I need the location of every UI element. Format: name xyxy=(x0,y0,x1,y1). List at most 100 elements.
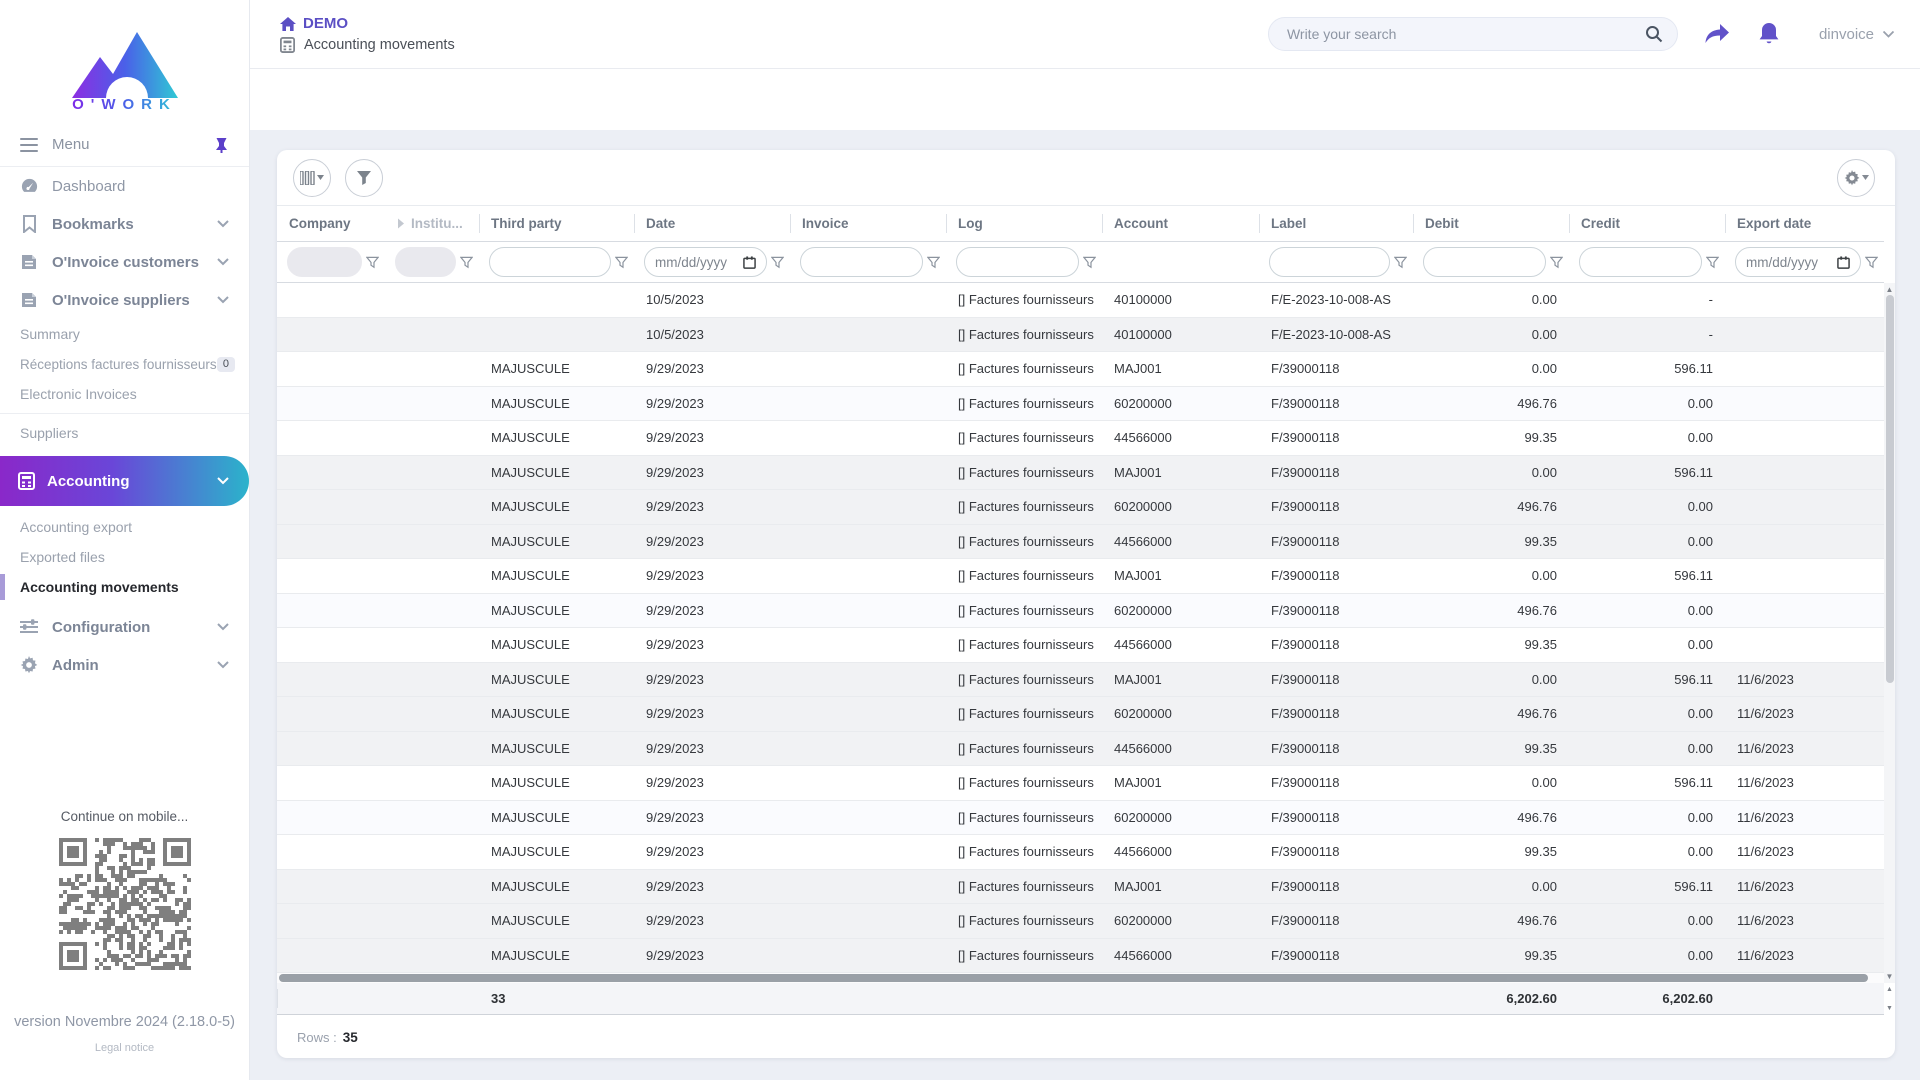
sidebar-item-accounting-movements[interactable]: Accounting movements xyxy=(0,572,249,602)
totals-scroll-arrows[interactable]: ▲ ▼ xyxy=(1884,983,1895,1015)
filter-date-date[interactable]: mm/dd/yyyy xyxy=(644,247,767,277)
sidebar-item-dashboard[interactable]: Dashboard xyxy=(0,167,249,205)
cell-debit: 0.00 xyxy=(1531,326,1557,342)
sidebar-item-oinvoice-suppliers[interactable]: O'Invoice suppliers xyxy=(0,281,249,319)
sidebar-item-accounting-export[interactable]: Accounting export xyxy=(0,512,249,542)
sidebar-item-summary[interactable]: Summary xyxy=(0,319,249,349)
column-header-debit[interactable]: Debit xyxy=(1413,206,1569,241)
scroll-up-arrow[interactable]: ▲ xyxy=(1884,284,1895,295)
filter-funnel-icon[interactable] xyxy=(771,256,784,269)
hamburger-icon[interactable] xyxy=(20,137,38,152)
table-row[interactable]: MAJUSCULE 9/29/2023 [] Factures fournisseu… xyxy=(277,835,1884,870)
home-icon[interactable] xyxy=(280,16,296,31)
cell-export_date: 11/6/2023 xyxy=(1737,878,1794,894)
column-header-export_date[interactable]: Export date xyxy=(1725,206,1884,241)
legal-notice-link[interactable]: Legal notice xyxy=(95,1042,154,1054)
column-header-account[interactable]: Account xyxy=(1102,206,1259,241)
calendar-icon[interactable] xyxy=(743,255,756,269)
cell-account: 60200000 xyxy=(1114,706,1172,722)
calendar-icon[interactable] xyxy=(1837,255,1850,269)
sidebar-item-configuration[interactable]: Configuration xyxy=(0,608,249,646)
table-row[interactable]: MAJUSCULE 9/29/2023 [] Factures fournisseu… xyxy=(277,593,1884,628)
filter-funnel-icon[interactable] xyxy=(1706,256,1719,269)
sidebar-item-bookmarks[interactable]: Bookmarks xyxy=(0,205,249,243)
table-row[interactable]: MAJUSCULE 9/29/2023 [] Factures fournisseu… xyxy=(277,455,1884,490)
filter-funnel-icon[interactable] xyxy=(366,256,379,269)
filter-input-label[interactable] xyxy=(1280,254,1379,270)
table-row[interactable]: MAJUSCULE 9/29/2023 [] Factures fournisseu… xyxy=(277,559,1884,594)
column-header-third_party[interactable]: Third party xyxy=(479,206,634,241)
column-header-institution[interactable]: Institu... xyxy=(385,206,479,241)
column-header-credit[interactable]: Credit xyxy=(1569,206,1725,241)
table-row[interactable]: MAJUSCULE 9/29/2023 [] Factures fournisseu… xyxy=(277,490,1884,525)
column-header-company[interactable]: Company xyxy=(277,206,385,241)
filter-funnel-icon[interactable] xyxy=(615,256,628,269)
sidebar-item-suppliers[interactable]: Suppliers xyxy=(0,418,249,448)
filter-input-log[interactable] xyxy=(967,254,1068,270)
cell-account: 60200000 xyxy=(1114,499,1172,515)
scrollbar-thumb[interactable] xyxy=(1885,295,1894,683)
search-input[interactable] xyxy=(1286,26,1645,42)
table-row[interactable]: MAJUSCULE 9/29/2023 [] Factures fournisseu… xyxy=(277,904,1884,939)
table-row[interactable]: MAJUSCULE 9/29/2023 [] Factures fournisseu… xyxy=(277,938,1884,973)
filter-funnel-icon[interactable] xyxy=(460,256,473,269)
filter-input-invoice[interactable] xyxy=(811,254,912,270)
table-row[interactable]: MAJUSCULE 9/29/2023 [] Factures fournisseu… xyxy=(277,869,1884,904)
sidebar-item-exported-files[interactable]: Exported files xyxy=(0,542,249,572)
column-header-log[interactable]: Log xyxy=(946,206,1102,241)
filter-funnel-icon[interactable] xyxy=(1394,256,1407,269)
column-header-invoice[interactable]: Invoice xyxy=(790,206,946,241)
cell-account: 60200000 xyxy=(1114,913,1172,929)
filter-input-third_party[interactable] xyxy=(500,254,600,270)
filter-funnel-icon[interactable] xyxy=(1550,256,1563,269)
filter-button[interactable] xyxy=(345,158,383,197)
filter-input-credit[interactable] xyxy=(1590,254,1691,270)
sidebar-item-electronic-invoices[interactable]: Electronic Invoices xyxy=(0,379,249,409)
table-row[interactable]: MAJUSCULE 9/29/2023 [] Factures fournisseu… xyxy=(277,352,1884,387)
table-row[interactable]: 10/5/2023 [] Factures fournisseurs 4010000… xyxy=(277,283,1884,318)
cell-log: [] Factures fournisseurs xyxy=(958,361,1094,377)
cell-date: 9/29/2023 xyxy=(646,602,704,618)
filter-input-debit[interactable] xyxy=(1434,254,1535,270)
notifications-bell-icon[interactable] xyxy=(1757,21,1781,47)
expand-column-icon[interactable] xyxy=(397,218,405,229)
column-header-date[interactable]: Date xyxy=(634,206,790,241)
filter-funnel-icon[interactable] xyxy=(927,256,940,269)
scroll-down-arrow[interactable]: ▼ xyxy=(1884,971,1895,982)
table-row[interactable]: MAJUSCULE 9/29/2023 [] Factures fournisseu… xyxy=(277,524,1884,559)
columns-button[interactable] xyxy=(293,158,331,197)
cell-institution xyxy=(385,456,479,490)
column-header-label[interactable]: Label xyxy=(1259,206,1413,241)
scrollbar-thumb[interactable] xyxy=(279,974,1868,982)
cell-debit: 99.35 xyxy=(1524,533,1557,549)
table-row[interactable]: MAJUSCULE 9/29/2023 [] Factures fournisseu… xyxy=(277,697,1884,732)
sidebar-item-accounting[interactable]: Accounting xyxy=(0,456,249,506)
filter-funnel-icon[interactable] xyxy=(1865,256,1878,269)
table-row[interactable]: MAJUSCULE 9/29/2023 [] Factures fournisseu… xyxy=(277,386,1884,421)
cell-export_date xyxy=(1725,421,1884,455)
cell-credit: 596.11 xyxy=(1674,464,1713,480)
sidebar-menu-header: Menu xyxy=(0,123,249,167)
total-invoice xyxy=(790,983,946,1014)
vertical-scrollbar[interactable]: ▲ ▼ xyxy=(1884,283,1895,983)
filter-date-export_date[interactable]: mm/dd/yyyy xyxy=(1735,247,1861,277)
table-row[interactable]: MAJUSCULE 9/29/2023 [] Factures fournisseu… xyxy=(277,628,1884,663)
pin-icon[interactable] xyxy=(214,137,229,153)
sidebar-item-admin[interactable]: Admin xyxy=(0,646,249,684)
table-row[interactable]: MAJUSCULE 9/29/2023 [] Factures fournisseu… xyxy=(277,766,1884,801)
table-row[interactable]: MAJUSCULE 9/29/2023 [] Factures fournisseu… xyxy=(277,421,1884,456)
sidebar-item-oinvoice-customers[interactable]: O'Invoice customers xyxy=(0,243,249,281)
table-row[interactable]: 10/5/2023 [] Factures fournisseurs 4010000… xyxy=(277,317,1884,352)
table-row[interactable]: MAJUSCULE 9/29/2023 [] Factures fournisseu… xyxy=(277,731,1884,766)
table-row[interactable]: MAJUSCULE 9/29/2023 [] Factures fournisseu… xyxy=(277,662,1884,697)
horizontal-scrollbar[interactable] xyxy=(277,973,1884,983)
share-icon[interactable] xyxy=(1704,22,1731,46)
cell-label: F/39000118 xyxy=(1271,706,1340,722)
sidebar-item-receptions[interactable]: Réceptions factures fournisseurs 0 xyxy=(0,349,249,379)
table-settings-button[interactable] xyxy=(1837,158,1875,197)
filter-funnel-icon[interactable] xyxy=(1083,256,1096,269)
user-menu[interactable]: dinvoice xyxy=(1819,26,1894,43)
table-row[interactable]: MAJUSCULE 9/29/2023 [] Factures fournisseu… xyxy=(277,800,1884,835)
cell-company xyxy=(277,559,385,593)
search-icon[interactable] xyxy=(1645,25,1663,43)
